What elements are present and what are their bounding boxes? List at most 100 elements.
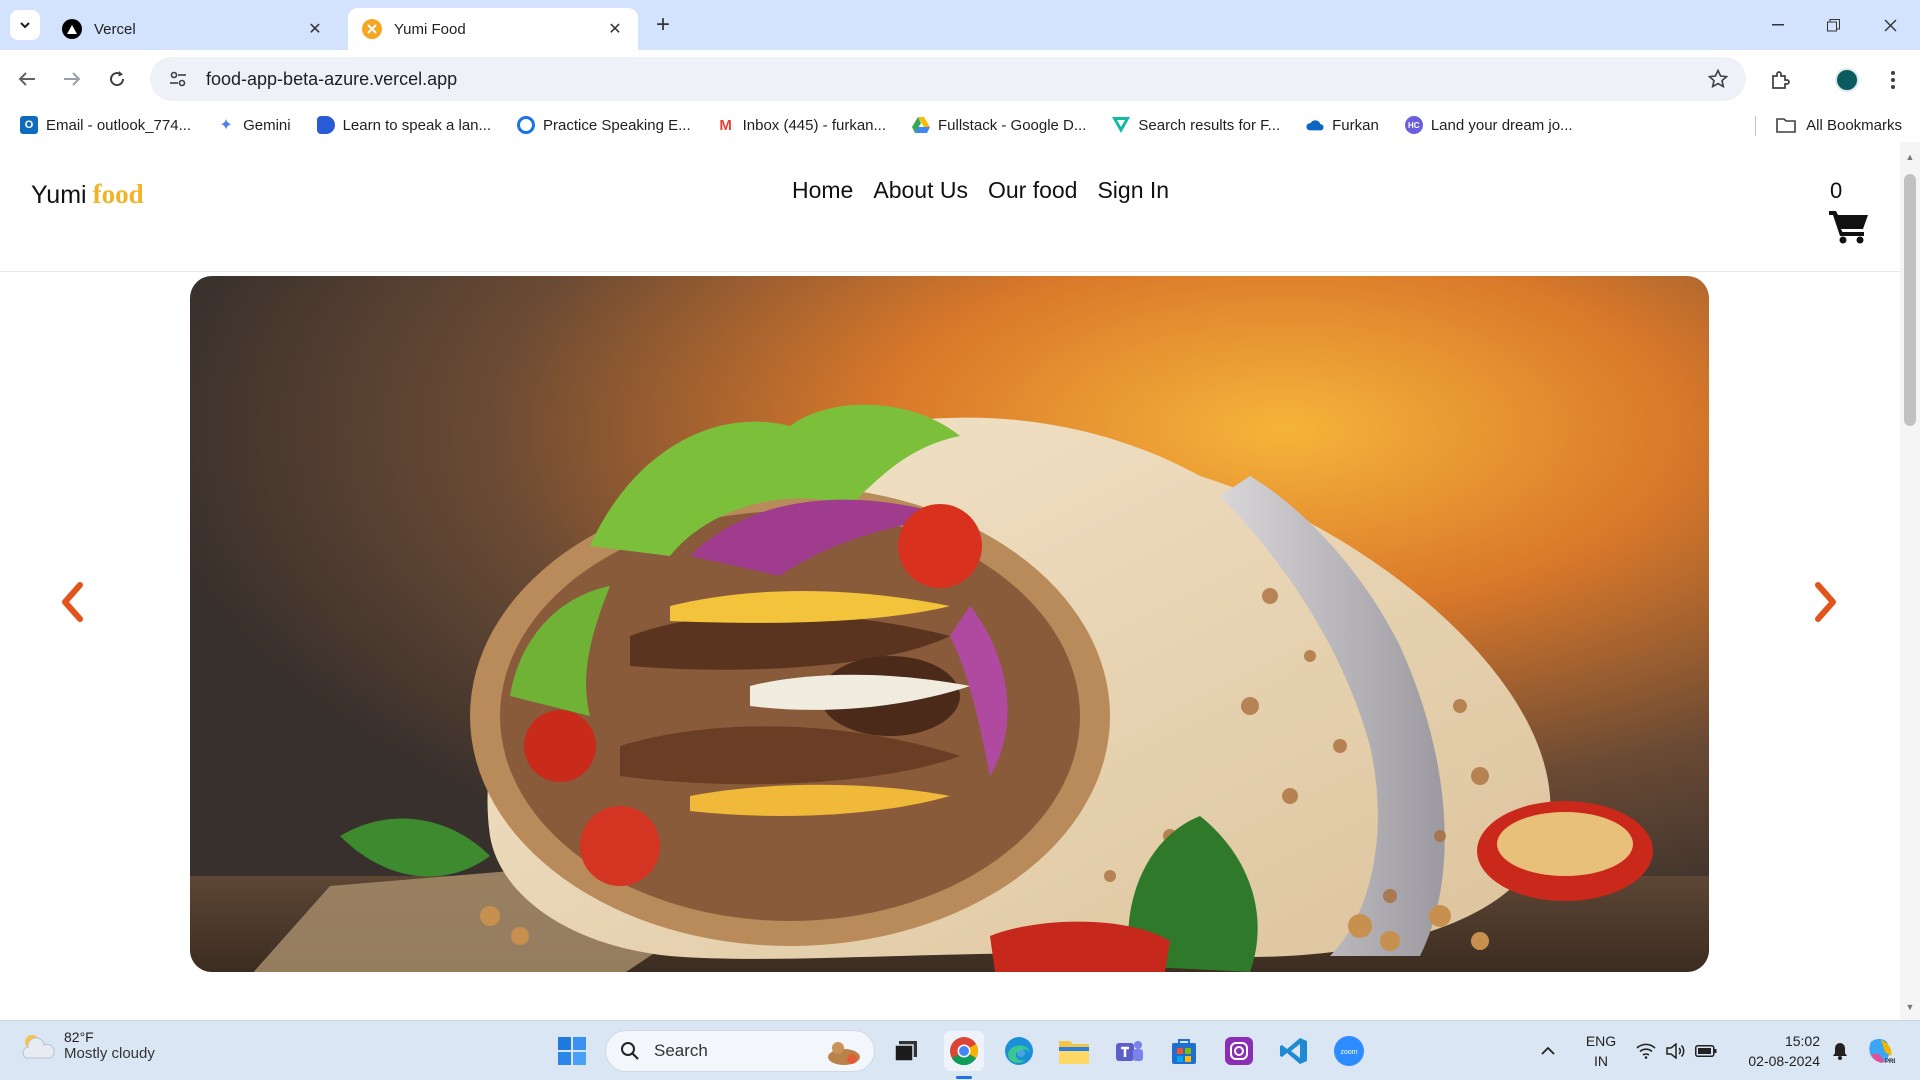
vercel-icon	[62, 19, 82, 39]
bookmark-search-results[interactable]: Search results for F...	[1106, 111, 1286, 139]
web-page: Yumi food Home About Us Our food Sign In …	[0, 142, 1900, 1020]
nav-our-food[interactable]: Our food	[988, 177, 1078, 204]
bookmark-outlook[interactable]: O Email - outlook_774...	[14, 111, 197, 139]
practice-icon	[517, 116, 536, 134]
volume-icon[interactable]	[1662, 1031, 1690, 1071]
bookmark-practice-speaking[interactable]: Practice Speaking E...	[511, 111, 697, 139]
notification-bell-icon[interactable]	[1826, 1031, 1854, 1071]
cart-button[interactable]: 0	[1826, 178, 1876, 248]
site-settings-icon[interactable]	[168, 69, 188, 89]
bookmarks-divider	[1755, 116, 1756, 136]
copilot-icon[interactable]: PRE	[1860, 1031, 1900, 1071]
windows-taskbar: 82°F Mostly cloudy Search zoom ENG IN 15…	[0, 1020, 1920, 1080]
menu-kebab-icon[interactable]	[1877, 64, 1909, 96]
extensions-icon[interactable]	[1764, 64, 1796, 96]
hero-carousel-image	[190, 276, 1709, 972]
bookmark-label: Search results for F...	[1138, 116, 1281, 134]
search-highlight-icon	[822, 1037, 866, 1067]
scroll-up-icon[interactable]: ▲	[1905, 152, 1915, 162]
site-logo[interactable]: Yumi food	[31, 179, 144, 210]
teams-icon[interactable]	[1109, 1031, 1149, 1071]
gmail-icon: M	[719, 116, 732, 134]
gemini-icon: ✦	[219, 117, 233, 134]
bookmark-furkan[interactable]: Furkan	[1300, 111, 1385, 139]
folder-icon	[1776, 118, 1796, 133]
page-scrollbar[interactable]: ▲ ▼	[1900, 142, 1920, 1020]
vscode-icon[interactable]	[1274, 1031, 1314, 1071]
bookmark-label: Furkan	[1332, 116, 1379, 134]
shopping-cart-icon	[1829, 211, 1868, 244]
edge-icon[interactable]	[999, 1031, 1039, 1071]
tab-search-button[interactable]	[10, 10, 40, 40]
zoom-icon[interactable]: zoom	[1329, 1031, 1369, 1071]
task-view-icon[interactable]	[886, 1031, 926, 1071]
cart-count: 0	[1830, 178, 1843, 203]
site-header: Yumi food Home About Us Our food Sign In …	[0, 142, 1900, 272]
active-app-indicator	[956, 1076, 972, 1079]
scrollbar-thumb[interactable]	[1904, 174, 1916, 426]
battery-icon[interactable]	[1692, 1031, 1720, 1071]
clock-date: 02-08-2024	[1748, 1053, 1820, 1069]
logo-accent: food	[92, 179, 144, 209]
all-bookmarks-label: All Bookmarks	[1806, 116, 1902, 134]
bookmark-gemini[interactable]: ✦ Gemini	[211, 111, 297, 139]
chevron-left-icon	[62, 582, 83, 622]
forward-icon[interactable]	[55, 62, 89, 96]
language-indicator[interactable]: ENG IN	[1584, 1031, 1618, 1071]
profile-avatar[interactable]	[1831, 64, 1863, 96]
weather-temperature: 82°F	[64, 1029, 94, 1045]
store-icon[interactable]	[1164, 1031, 1204, 1071]
bookmark-star-icon[interactable]	[1702, 63, 1734, 95]
taskbar-search[interactable]: Search	[605, 1030, 875, 1072]
bookmark-learn-speak[interactable]: Learn to speak a lan...	[311, 111, 497, 139]
food-wrap-illustration	[190, 276, 1709, 972]
bookmark-label: Gemini	[243, 116, 291, 134]
carousel-prev-button[interactable]	[52, 577, 92, 627]
file-explorer-icon[interactable]	[1054, 1031, 1094, 1071]
tab-yumi-food[interactable]: Yumi Food ✕	[348, 8, 638, 50]
cloudy-weather-icon	[22, 1034, 55, 1058]
bookmark-google-drive[interactable]: Fullstack - Google D...	[906, 111, 1092, 139]
language-primary: ENG	[1585, 1033, 1617, 1049]
scroll-down-icon[interactable]: ▼	[1905, 1002, 1915, 1012]
back-icon[interactable]	[10, 62, 44, 96]
all-bookmarks-button[interactable]: All Bookmarks	[1776, 111, 1902, 139]
instagram-icon[interactable]	[1219, 1031, 1259, 1071]
browser-toolbar: food-app-beta-azure.vercel.app	[0, 50, 1920, 108]
minimize-icon[interactable]	[1758, 10, 1798, 40]
close-tab-icon[interactable]: ✕	[606, 20, 624, 38]
job-site-icon: HC	[1404, 116, 1423, 134]
show-hidden-icons-icon[interactable]	[1533, 1031, 1563, 1071]
weather-condition: Mostly cloudy	[64, 1045, 155, 1062]
wifi-icon[interactable]	[1632, 1031, 1660, 1071]
chevron-down-icon	[20, 22, 30, 29]
new-tab-button[interactable]: +	[650, 11, 676, 38]
tab-title: Yumi Food	[394, 20, 466, 38]
speak-icon	[316, 116, 335, 134]
svg-text:zoom: zoom	[1340, 1049, 1357, 1056]
search-icon	[621, 1042, 639, 1060]
bookmark-label: Land your dream jo...	[1430, 116, 1573, 134]
nav-sign-in[interactable]: Sign In	[1097, 177, 1169, 204]
url-text[interactable]: food-app-beta-azure.vercel.app	[206, 69, 1702, 90]
start-icon[interactable]	[552, 1031, 592, 1071]
bookmark-dream-job[interactable]: HC Land your dream jo...	[1399, 111, 1579, 139]
close-window-icon[interactable]	[1870, 10, 1910, 40]
restore-icon[interactable]	[1813, 10, 1853, 40]
language-secondary: IN	[1594, 1053, 1608, 1069]
bookmark-gmail-inbox[interactable]: M Inbox (445) - furkan...	[711, 111, 892, 139]
taskbar-search-label: Search	[654, 1041, 708, 1060]
tab-vercel[interactable]: Vercel ✕	[48, 8, 338, 50]
google-drive-icon	[912, 116, 931, 134]
address-bar[interactable]: food-app-beta-azure.vercel.app	[150, 57, 1746, 101]
system-clock[interactable]: 15:02 02-08-2024	[1740, 1031, 1820, 1071]
nav-about-us[interactable]: About Us	[873, 177, 968, 204]
chrome-icon[interactable]	[944, 1031, 984, 1079]
reload-icon[interactable]	[100, 62, 134, 96]
close-tab-icon[interactable]: ✕	[306, 20, 324, 38]
weather-widget[interactable]: 82°F Mostly cloudy	[20, 1029, 155, 1062]
logo-text: Yumi	[31, 181, 87, 209]
carousel-next-button[interactable]	[1806, 577, 1846, 627]
svg-text:PRE: PRE	[1885, 1059, 1895, 1065]
nav-home[interactable]: Home	[792, 177, 853, 204]
